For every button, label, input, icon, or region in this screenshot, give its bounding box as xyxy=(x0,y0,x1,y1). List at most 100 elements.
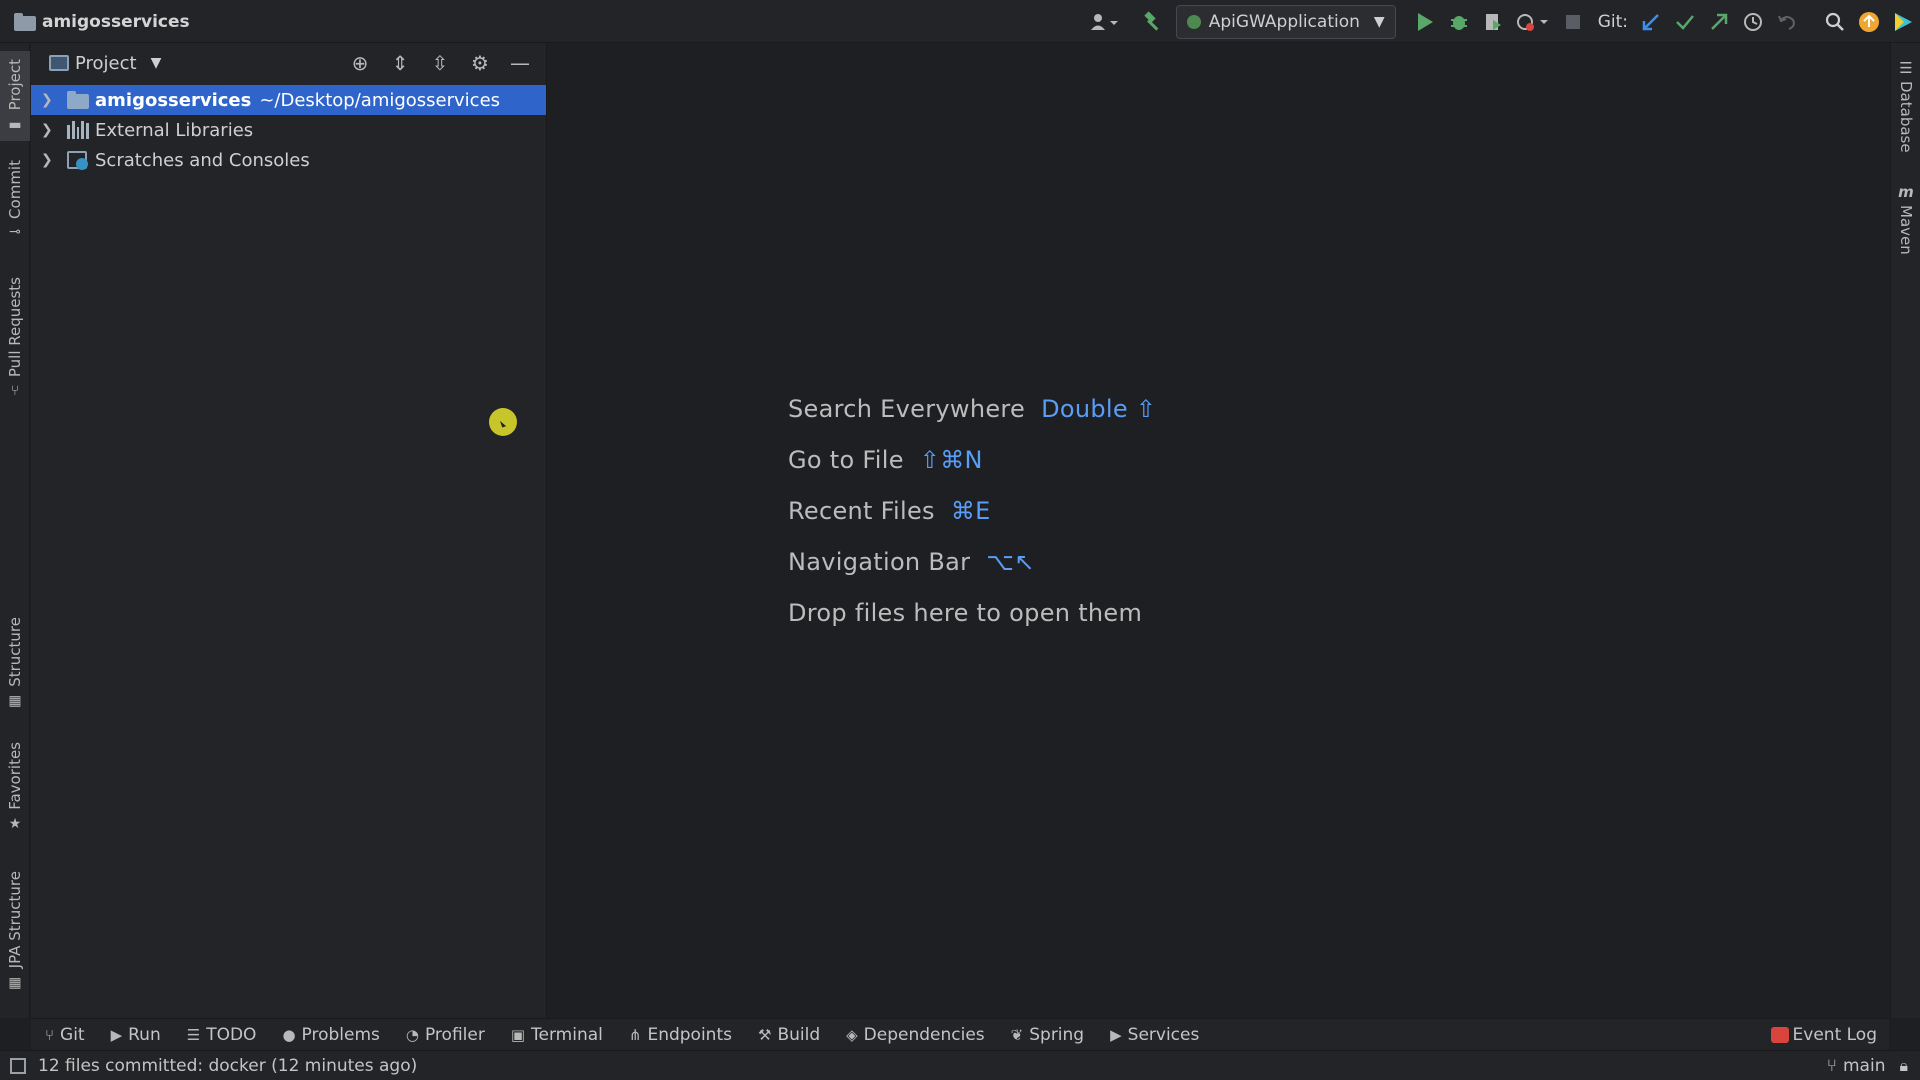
profile-icon[interactable] xyxy=(1510,5,1556,39)
expand-all-icon[interactable]: ⇕ xyxy=(380,51,420,75)
tab-profiler[interactable]: ◔ Profiler xyxy=(406,1025,485,1045)
maven-icon: m xyxy=(1898,183,1914,201)
debug-icon[interactable] xyxy=(1442,5,1476,39)
tab-label: Endpoints xyxy=(647,1024,732,1045)
right-tool-strip: ☰ Database m Maven xyxy=(1890,43,1920,1018)
chevron-right-icon[interactable]: ❯ xyxy=(41,122,61,138)
toggle-tool-windows-icon[interactable] xyxy=(10,1057,26,1074)
tab-problems[interactable]: ● Problems xyxy=(282,1025,379,1045)
coverage-icon[interactable] xyxy=(1476,5,1510,39)
spring-boot-icon xyxy=(1186,14,1201,29)
editor-area[interactable]: Search Everywhere Double ⇧ Go to File ⇧⌘… xyxy=(548,43,1889,1018)
tab-label: Spring xyxy=(1029,1024,1085,1045)
status-right: ⑂ main 🔒︎ xyxy=(1827,1051,1908,1080)
commit-icon: ⊸ xyxy=(9,224,21,241)
event-log-badge-icon xyxy=(1770,1027,1789,1043)
tab-dependencies[interactable]: ◈ Dependencies xyxy=(846,1025,985,1045)
user-icon[interactable] xyxy=(1082,5,1128,39)
folder-icon: ▬ xyxy=(8,116,22,133)
leaf-icon: ❦ xyxy=(1010,1025,1024,1044)
run-icon[interactable] xyxy=(1408,5,1442,39)
tab-todo[interactable]: ☰ TODO xyxy=(187,1025,257,1045)
chevron-right-icon[interactable]: ❯ xyxy=(41,92,61,108)
project-view-title[interactable]: Project xyxy=(75,53,137,74)
hint-label: Navigation Bar xyxy=(788,547,971,576)
ide-update-icon[interactable] xyxy=(1852,5,1886,39)
collapse-all-icon[interactable]: ⇳ xyxy=(420,51,460,75)
rollback-icon[interactable] xyxy=(1770,5,1804,39)
services-icon: ▶ xyxy=(1110,1025,1122,1044)
git-update-icon[interactable] xyxy=(1634,5,1668,39)
git-label: Git: xyxy=(1597,11,1628,32)
tab-favorites[interactable]: Favorites ★ xyxy=(0,737,30,837)
hint-shortcut: ⌥↖ xyxy=(986,547,1035,576)
hint-recent-files: Recent Files ⌘E xyxy=(788,485,1156,536)
tab-commit-label: Commit xyxy=(6,159,24,219)
tab-build[interactable]: ⚒ Build xyxy=(758,1025,820,1045)
branch-icon: ⑂ xyxy=(45,1025,55,1044)
project-panel-header: Project ▼ ⊕ ⇕ ⇳ ⚙ — xyxy=(31,43,546,83)
minimize-icon[interactable]: — xyxy=(500,51,540,75)
tab-maven-label: Maven xyxy=(1897,205,1915,255)
tab-label: TODO xyxy=(206,1024,257,1045)
tab-run[interactable]: ▶ Run xyxy=(111,1025,161,1045)
tab-services[interactable]: ▶ Services xyxy=(1110,1025,1199,1045)
info-icon: ● xyxy=(282,1025,296,1044)
hint-label: Go to File xyxy=(788,445,904,474)
left-tool-strip: Project ▬ Commit ⊸ Pull Requests ⑂ Struc… xyxy=(0,43,30,1018)
project-tree: ❯ amigosservices ~/Desktop/amigosservice… xyxy=(31,85,546,175)
tab-structure[interactable]: Structure ▦ xyxy=(0,613,30,713)
lock-icon[interactable]: 🔒︎ xyxy=(1899,1056,1908,1076)
gear-icon[interactable]: ⚙ xyxy=(460,51,500,75)
tab-pull-requests[interactable]: Pull Requests ⑂ xyxy=(0,273,30,403)
profiler-icon: ◔ xyxy=(405,1025,419,1044)
module-folder-icon xyxy=(67,91,89,109)
project-name: amigosservices xyxy=(42,12,190,32)
tab-pull-requests-label: Pull Requests xyxy=(6,276,24,378)
tab-database[interactable]: ☰ Database xyxy=(1891,59,1920,153)
hint-navigation-bar: Navigation Bar ⌥↖ xyxy=(788,536,1156,587)
database-icon: ☰ xyxy=(1899,59,1913,77)
editor-hints: Search Everywhere Double ⇧ Go to File ⇧⌘… xyxy=(788,383,1156,638)
run-configuration-select[interactable]: ApiGWApplication ▼ xyxy=(1175,4,1396,39)
chevron-right-icon[interactable]: ❯ xyxy=(41,152,61,168)
tab-spring[interactable]: ❦ Spring xyxy=(1011,1025,1084,1045)
tab-project-label: Project xyxy=(6,59,24,111)
git-push-icon[interactable] xyxy=(1702,5,1736,39)
stop-icon[interactable] xyxy=(1556,5,1590,39)
structure-icon: ▦ xyxy=(8,692,22,709)
tree-item-name: Scratches and Consoles xyxy=(95,149,310,171)
tab-endpoints[interactable]: ⋔ Endpoints xyxy=(629,1025,732,1045)
project-breadcrumb[interactable]: amigosservices xyxy=(14,9,190,35)
status-message[interactable]: 12 files committed: docker (12 minutes a… xyxy=(38,1056,417,1076)
locate-icon[interactable]: ⊕ xyxy=(340,51,380,75)
search-icon[interactable] xyxy=(1818,5,1852,39)
tree-item-external-libraries[interactable]: ❯ External Libraries xyxy=(31,115,546,145)
chevron-down-icon[interactable]: ▼ xyxy=(151,55,162,71)
jetbrains-toolbox-icon[interactable] xyxy=(1886,5,1920,39)
tab-maven[interactable]: m Maven xyxy=(1891,183,1920,255)
tab-project[interactable]: Project ▬ xyxy=(0,51,30,141)
folder-icon xyxy=(14,13,36,31)
tree-item-amigosservices[interactable]: ❯ amigosservices ~/Desktop/amigosservice… xyxy=(31,85,546,115)
run-configuration-label: ApiGWApplication xyxy=(1208,11,1360,32)
tree-item-scratches[interactable]: ❯ Scratches and Consoles xyxy=(31,145,546,175)
git-branch[interactable]: main xyxy=(1843,1056,1885,1076)
tab-commit[interactable]: Commit ⊸ xyxy=(0,155,30,245)
hint-label: Search Everywhere xyxy=(788,394,1026,423)
hint-drop-files: Drop files here to open them xyxy=(788,587,1156,638)
play-icon: ▶ xyxy=(110,1025,123,1044)
tab-jpa-structure-label: JPA Structure xyxy=(6,871,24,969)
mouse-cursor-highlight xyxy=(489,408,517,436)
libraries-icon xyxy=(67,121,89,139)
history-icon[interactable] xyxy=(1736,5,1770,39)
chevron-down-icon: ▼ xyxy=(1373,13,1385,30)
git-commit-icon[interactable] xyxy=(1668,5,1702,39)
build-hammer-icon[interactable] xyxy=(1136,5,1170,39)
event-log-button[interactable]: Event Log xyxy=(1770,1019,1877,1051)
hint-go-to-file: Go to File ⇧⌘N xyxy=(788,434,1156,485)
tab-git[interactable]: ⑂ Git xyxy=(45,1025,85,1045)
event-log-label: Event Log xyxy=(1792,1025,1877,1045)
tab-jpa-structure[interactable]: JPA Structure ▦ xyxy=(0,861,30,1001)
tab-terminal[interactable]: ▣ Terminal xyxy=(511,1025,603,1045)
